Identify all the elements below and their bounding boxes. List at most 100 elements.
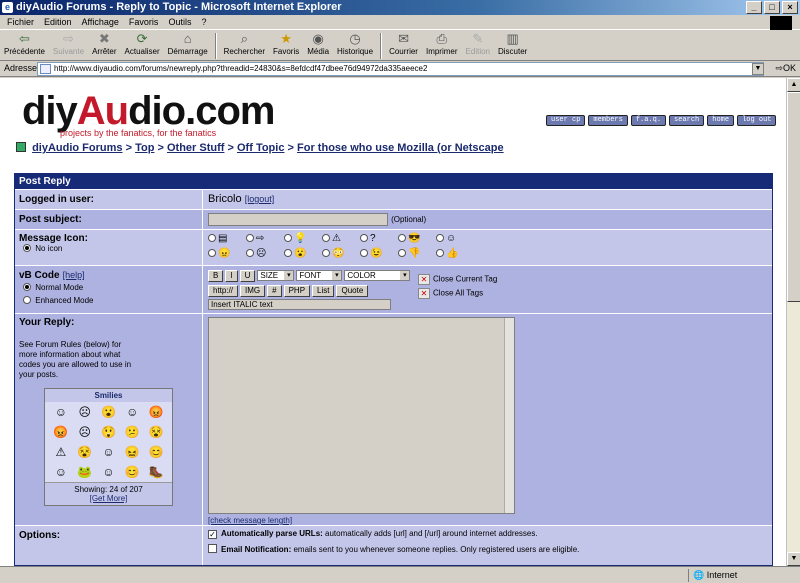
smiley-icon[interactable]: 😲 bbox=[97, 425, 121, 439]
parse-urls-checkbox[interactable]: ✓ bbox=[208, 530, 217, 539]
quote-button[interactable]: Quote bbox=[336, 284, 369, 297]
back-button[interactable]: ⇦ Précédente bbox=[0, 31, 49, 61]
nav-home[interactable]: home bbox=[707, 115, 735, 126]
message-icon-option[interactable]: ⇨ bbox=[246, 233, 284, 244]
img-button[interactable]: IMG bbox=[240, 284, 266, 297]
maximize-button[interactable]: □ bbox=[764, 1, 780, 14]
menu-file[interactable]: Fichier bbox=[2, 15, 39, 29]
address-input[interactable]: http://www.diyaudio.com/forums/newreply.… bbox=[37, 62, 764, 76]
list-button[interactable]: List bbox=[312, 284, 335, 297]
no-icon-radio[interactable] bbox=[23, 244, 31, 252]
search-button[interactable]: ⌕ Rechercher bbox=[220, 31, 269, 61]
close-button[interactable]: × bbox=[782, 1, 798, 14]
size-select[interactable]: SIZE bbox=[257, 270, 295, 281]
reply-textarea[interactable] bbox=[208, 317, 515, 514]
http-button[interactable]: http:// bbox=[208, 284, 239, 297]
message-icon-radio[interactable] bbox=[208, 249, 216, 257]
history-button[interactable]: ◷ Historique bbox=[333, 31, 377, 61]
smiley-icon[interactable]: ☺ bbox=[120, 405, 144, 419]
breadcrumb-off-topic[interactable]: Off Topic bbox=[237, 142, 284, 154]
smiley-icon[interactable]: 😕 bbox=[120, 425, 144, 439]
smiley-icon[interactable]: 😡 bbox=[144, 405, 168, 419]
message-icon-radio[interactable] bbox=[284, 249, 292, 257]
message-icon-option[interactable]: 😮 bbox=[284, 248, 322, 259]
smiley-icon[interactable]: 😖 bbox=[120, 445, 144, 459]
print-button[interactable]: ⎙ Imprimer bbox=[422, 31, 462, 61]
mail-button[interactable]: ✉ Courrier bbox=[385, 31, 422, 61]
enhanced-mode-radio[interactable] bbox=[23, 296, 31, 304]
go-button[interactable]: ⇨OK bbox=[775, 63, 796, 74]
message-icon-radio[interactable] bbox=[398, 234, 406, 242]
smiley-icon[interactable]: ⚠ bbox=[49, 445, 73, 459]
smiley-icon[interactable]: 😵 bbox=[144, 425, 168, 439]
edit-button[interactable]: ✎ Edition bbox=[462, 31, 494, 61]
nav-members[interactable]: members bbox=[588, 115, 628, 126]
menu-tools[interactable]: Outils bbox=[163, 15, 196, 29]
nav-logout[interactable]: log out bbox=[737, 115, 777, 126]
breadcrumb-thread[interactable]: For those who use Mozilla (or Netscape bbox=[297, 142, 504, 154]
italic-button[interactable]: I bbox=[225, 269, 238, 282]
message-icon-radio[interactable] bbox=[246, 249, 254, 257]
message-icon-radio[interactable] bbox=[360, 249, 368, 257]
message-icon-option[interactable]: ☺ bbox=[436, 233, 474, 244]
menu-edit[interactable]: Edition bbox=[39, 15, 77, 29]
php-button[interactable]: PHP bbox=[283, 284, 311, 297]
scroll-up-button[interactable]: ▲ bbox=[787, 78, 800, 92]
email-notification-checkbox[interactable] bbox=[208, 544, 217, 553]
smiley-icon[interactable]: 🥾 bbox=[144, 465, 168, 479]
message-icon-radio[interactable] bbox=[436, 249, 444, 257]
favorites-button[interactable]: ★ Favoris bbox=[269, 31, 303, 61]
close-current-tag[interactable]: ✕ Close Current Tag bbox=[418, 274, 497, 285]
address-dropdown-button[interactable]: ▼ bbox=[752, 63, 764, 75]
menu-view[interactable]: Affichage bbox=[77, 15, 124, 29]
smiley-icon[interactable]: 😊 bbox=[120, 465, 144, 479]
smiley-icon[interactable]: ☹ bbox=[73, 405, 97, 419]
page-scrollbar[interactable]: ▲ ▼ bbox=[786, 78, 800, 566]
home-button[interactable]: ⌂ Démarrage bbox=[164, 31, 212, 61]
nav-search[interactable]: search bbox=[669, 115, 705, 126]
message-icon-option[interactable]: ☹ bbox=[246, 248, 284, 259]
smiley-icon[interactable]: ☹ bbox=[73, 425, 97, 439]
menu-help[interactable]: ? bbox=[196, 15, 211, 29]
smiley-icon[interactable]: 🐸 bbox=[73, 465, 97, 479]
message-icon-radio[interactable] bbox=[360, 234, 368, 242]
nav-user-cp[interactable]: user cp bbox=[546, 115, 586, 126]
minimize-button[interactable]: _ bbox=[746, 1, 762, 14]
close-all-tags[interactable]: ✕ Close All Tags bbox=[418, 288, 497, 299]
subject-input[interactable] bbox=[208, 213, 388, 226]
code-button[interactable]: # bbox=[267, 284, 282, 297]
smiley-icon[interactable]: ☺ bbox=[49, 465, 73, 479]
smiley-icon[interactable]: ☺ bbox=[49, 405, 73, 419]
nav-faq[interactable]: f.a.q. bbox=[630, 115, 667, 126]
refresh-button[interactable]: ⟳ Actualiser bbox=[121, 31, 164, 61]
normal-mode-radio[interactable] bbox=[23, 283, 31, 291]
message-icon-option[interactable]: 😳 bbox=[322, 248, 360, 259]
media-button[interactable]: ◉ Média bbox=[303, 31, 333, 61]
message-icon-option[interactable]: 💡 bbox=[284, 233, 322, 244]
smiley-icon[interactable]: ☺ bbox=[97, 445, 121, 459]
bold-button[interactable]: B bbox=[208, 269, 224, 282]
menu-favorites[interactable]: Favoris bbox=[124, 15, 164, 29]
message-icon-radio[interactable] bbox=[398, 249, 406, 257]
message-icon-radio[interactable] bbox=[284, 234, 292, 242]
message-icon-option[interactable]: 😠 bbox=[208, 248, 246, 259]
discuss-button[interactable]: ▥ Discuter bbox=[494, 31, 531, 61]
message-icon-radio[interactable] bbox=[322, 249, 330, 257]
check-length-link[interactable]: [check message length] bbox=[208, 516, 292, 525]
message-icon-option[interactable]: 😎 bbox=[398, 233, 436, 244]
breadcrumb-other-stuff[interactable]: Other Stuff bbox=[167, 142, 224, 154]
message-icon-radio[interactable] bbox=[246, 234, 254, 242]
get-more-smilies-link[interactable]: [Get More] bbox=[90, 494, 128, 503]
message-icon-option[interactable]: ? bbox=[360, 233, 398, 244]
message-icon-radio[interactable] bbox=[208, 234, 216, 242]
scroll-thumb[interactable] bbox=[787, 92, 800, 302]
vbcode-help-link[interactable]: [help] bbox=[63, 270, 85, 280]
breadcrumb-top[interactable]: Top bbox=[135, 142, 154, 154]
site-logo[interactable]: diyAudio.com projects by the fanatics, f… bbox=[22, 90, 275, 138]
smiley-icon[interactable]: 😮 bbox=[97, 405, 121, 419]
scroll-down-button[interactable]: ▼ bbox=[787, 552, 800, 566]
message-icon-option[interactable]: ▤ bbox=[208, 233, 246, 244]
smiley-icon[interactable]: ☺ bbox=[97, 465, 121, 479]
message-icon-radio[interactable] bbox=[322, 234, 330, 242]
message-icon-option[interactable]: 😉 bbox=[360, 248, 398, 259]
